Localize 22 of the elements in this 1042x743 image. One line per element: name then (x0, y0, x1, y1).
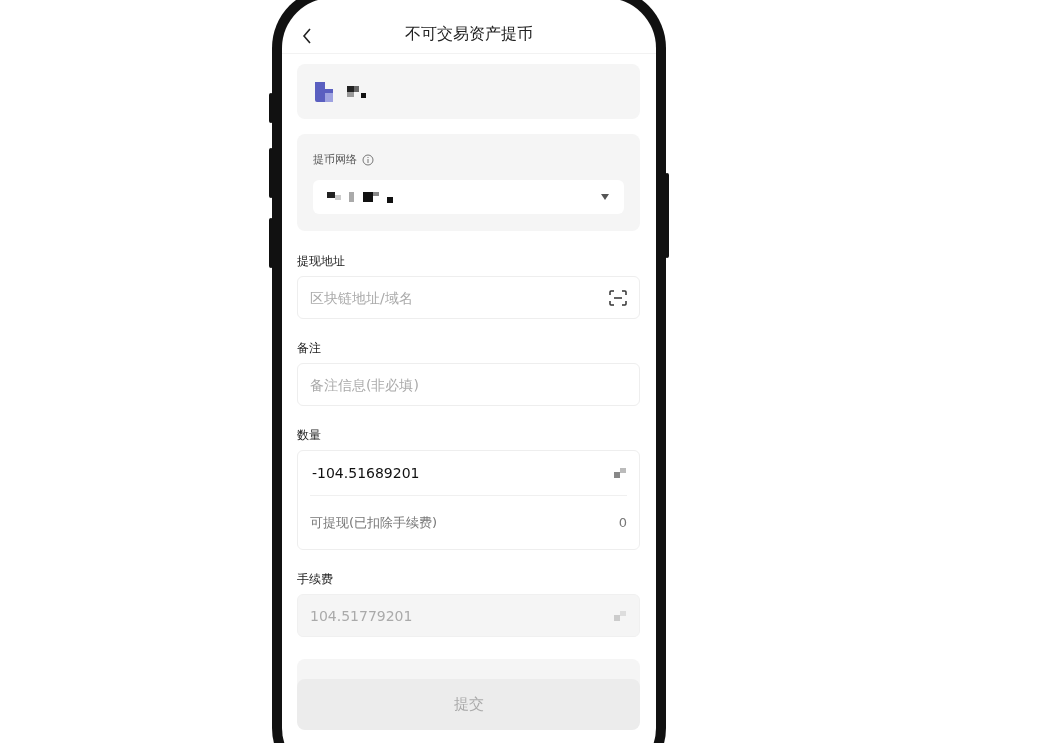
info-icon[interactable] (362, 153, 374, 166)
redacted-block (613, 609, 627, 622)
back-icon[interactable] (302, 28, 312, 44)
fee-field[interactable]: 104.51779201 (297, 594, 640, 637)
scan-icon[interactable] (609, 289, 627, 306)
network-label: 提币网络 (313, 152, 357, 167)
coin-icon (313, 79, 335, 104)
address-label: 提现地址 (297, 253, 346, 270)
dropdown-caret-icon (600, 194, 610, 200)
amount-input[interactable]: -104.51689201 (310, 464, 613, 482)
redacted-block (345, 84, 369, 99)
available-label: 可提现(已扣除手续费) (310, 513, 438, 532)
memo-input[interactable]: 备注信息(非必填) (297, 363, 640, 406)
network-dropdown[interactable] (313, 180, 624, 214)
coin-card[interactable] (297, 64, 640, 119)
fee-label: 手续费 (297, 571, 334, 588)
address-input[interactable]: 区块链地址/域名 (297, 276, 640, 319)
memo-label: 备注 (297, 340, 322, 357)
page-title: 不可交易资产提币 (405, 23, 533, 45)
available-value: 0 (618, 515, 627, 530)
redacted-block (613, 467, 627, 479)
amount-label: 数量 (297, 427, 322, 444)
